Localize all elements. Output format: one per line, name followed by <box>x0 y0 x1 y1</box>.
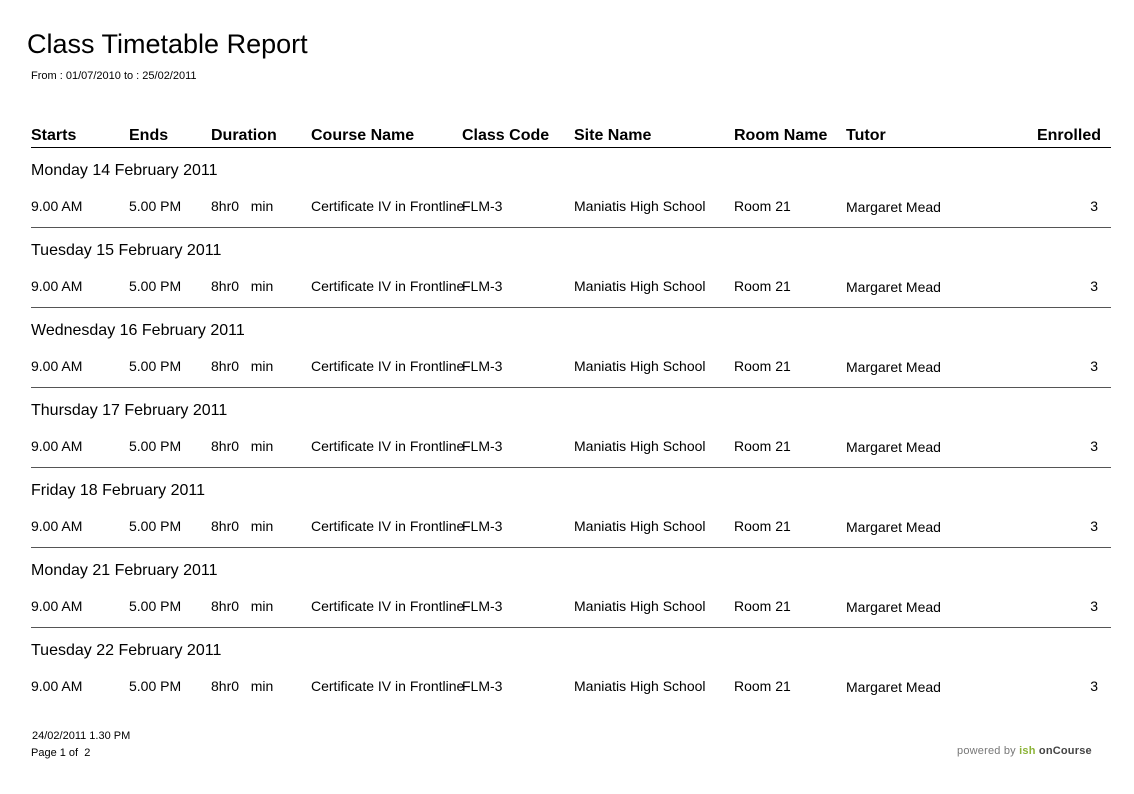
cell-enrolled: 3 <box>1090 678 1098 694</box>
cell-room-name: Room 21 <box>734 518 791 534</box>
report-title: Class Timetable Report <box>27 29 308 59</box>
cell-course-name: Certificate IV in Frontline <box>311 518 465 534</box>
cell-class-code: FLM-3 <box>462 598 503 614</box>
footer-timestamp: 24/02/2011 1.30 PM <box>32 730 131 742</box>
cell-class-code: FLM-3 <box>462 518 503 534</box>
cell-enrolled: 3 <box>1090 598 1098 614</box>
cell-room-name: Room 21 <box>734 598 791 614</box>
cell-duration: 8hr0 min <box>211 198 274 214</box>
cell-duration: 8hr0 min <box>211 598 274 614</box>
ish-brand-text: ish <box>1019 745 1036 757</box>
oncourse-brand-text: onCourse <box>1035 745 1092 757</box>
cell-site-name: Maniatis High School <box>574 438 706 454</box>
cell-tutor: Margaret Mead <box>846 279 941 295</box>
cell-site-name: Maniatis High School <box>574 198 706 214</box>
cell-tutor: Margaret Mead <box>846 359 941 375</box>
cell-starts: 9.00 AM <box>31 438 83 454</box>
day-group: Monday 14 February 2011 9.00 AM 5.00 PM … <box>0 148 1134 228</box>
cell-course-name: Certificate IV in Frontline <box>311 438 465 454</box>
cell-class-code: FLM-3 <box>462 678 503 694</box>
day-heading: Tuesday 15 February 2011 <box>31 242 222 259</box>
cell-course-name: Certificate IV in Frontline <box>311 358 465 374</box>
day-heading: Monday 14 February 2011 <box>31 162 218 179</box>
cell-duration: 8hr0 min <box>211 678 274 694</box>
cell-enrolled: 3 <box>1090 358 1098 374</box>
day-group: Friday 18 February 2011 9.00 AM 5.00 PM … <box>0 468 1134 548</box>
cell-tutor: Margaret Mead <box>846 199 941 215</box>
cell-class-code: FLM-3 <box>462 198 503 214</box>
powered-by-text: powered by <box>957 745 1020 757</box>
cell-tutor: Margaret Mead <box>846 439 941 455</box>
day-heading: Wednesday 16 February 2011 <box>31 322 245 339</box>
column-header-duration: Duration <box>211 127 277 144</box>
cell-room-name: Room 21 <box>734 438 791 454</box>
cell-course-name: Certificate IV in Frontline <box>311 678 465 694</box>
cell-site-name: Maniatis High School <box>574 278 706 294</box>
cell-starts: 9.00 AM <box>31 278 83 294</box>
cell-course-name: Certificate IV in Frontline <box>311 598 465 614</box>
report-date-range: From : 01/07/2010 to : 25/02/2011 <box>31 70 197 82</box>
cell-course-name: Certificate IV in Frontline <box>311 198 465 214</box>
cell-duration: 8hr0 min <box>211 358 274 374</box>
day-group: Wednesday 16 February 2011 9.00 AM 5.00 … <box>0 308 1134 388</box>
cell-enrolled: 3 <box>1090 198 1098 214</box>
cell-room-name: Room 21 <box>734 678 791 694</box>
table-header: Starts Ends Duration Course Name Class C… <box>0 126 1134 146</box>
cell-starts: 9.00 AM <box>31 518 83 534</box>
cell-room-name: Room 21 <box>734 198 791 214</box>
cell-class-code: FLM-3 <box>462 358 503 374</box>
day-heading: Friday 18 February 2011 <box>31 482 206 499</box>
cell-starts: 9.00 AM <box>31 358 83 374</box>
cell-class-code: FLM-3 <box>462 438 503 454</box>
cell-ends: 5.00 PM <box>129 278 182 294</box>
cell-class-code: FLM-3 <box>462 278 503 294</box>
cell-site-name: Maniatis High School <box>574 598 706 614</box>
cell-enrolled: 3 <box>1090 518 1098 534</box>
column-header-ends: Ends <box>129 127 169 144</box>
cell-site-name: Maniatis High School <box>574 358 706 374</box>
cell-tutor: Margaret Mead <box>846 679 941 695</box>
cell-enrolled: 3 <box>1090 278 1098 294</box>
cell-ends: 5.00 PM <box>129 598 182 614</box>
cell-ends: 5.00 PM <box>129 678 182 694</box>
cell-starts: 9.00 AM <box>31 598 83 614</box>
cell-enrolled: 3 <box>1090 438 1098 454</box>
column-header-room-name: Room Name <box>734 127 828 144</box>
column-header-class-code: Class Code <box>462 127 550 144</box>
footer-page-number: Page 1 of 2 <box>31 747 91 759</box>
cell-ends: 5.00 PM <box>129 198 182 214</box>
cell-room-name: Room 21 <box>734 278 791 294</box>
cell-site-name: Maniatis High School <box>574 678 706 694</box>
cell-starts: 9.00 AM <box>31 678 83 694</box>
column-header-tutor: Tutor <box>846 127 886 144</box>
day-heading: Tuesday 22 February 2011 <box>31 642 222 659</box>
cell-tutor: Margaret Mead <box>846 519 941 535</box>
column-header-enrolled: Enrolled <box>1036 127 1101 144</box>
day-group: Monday 21 February 2011 9.00 AM 5.00 PM … <box>0 548 1134 628</box>
day-heading: Thursday 17 February 2011 <box>31 402 228 419</box>
day-heading: Monday 21 February 2011 <box>31 562 218 579</box>
cell-ends: 5.00 PM <box>129 518 182 534</box>
column-header-site-name: Site Name <box>574 127 652 144</box>
powered-by-logo: powered by ish onCourse <box>957 744 1092 758</box>
cell-ends: 5.00 PM <box>129 358 182 374</box>
cell-duration: 8hr0 min <box>211 278 274 294</box>
cell-site-name: Maniatis High School <box>574 518 706 534</box>
cell-tutor: Margaret Mead <box>846 599 941 615</box>
day-group: Tuesday 15 February 2011 9.00 AM 5.00 PM… <box>0 228 1134 308</box>
cell-ends: 5.00 PM <box>129 438 182 454</box>
column-header-starts: Starts <box>31 127 77 144</box>
cell-room-name: Room 21 <box>734 358 791 374</box>
column-header-course-name: Course Name <box>311 127 415 144</box>
cell-duration: 8hr0 min <box>211 438 274 454</box>
cell-duration: 8hr0 min <box>211 518 274 534</box>
cell-course-name: Certificate IV in Frontline <box>311 278 465 294</box>
day-group: Thursday 17 February 2011 9.00 AM 5.00 P… <box>0 388 1134 468</box>
cell-starts: 9.00 AM <box>31 198 83 214</box>
day-group: Tuesday 22 February 2011 9.00 AM 5.00 PM… <box>0 628 1134 708</box>
